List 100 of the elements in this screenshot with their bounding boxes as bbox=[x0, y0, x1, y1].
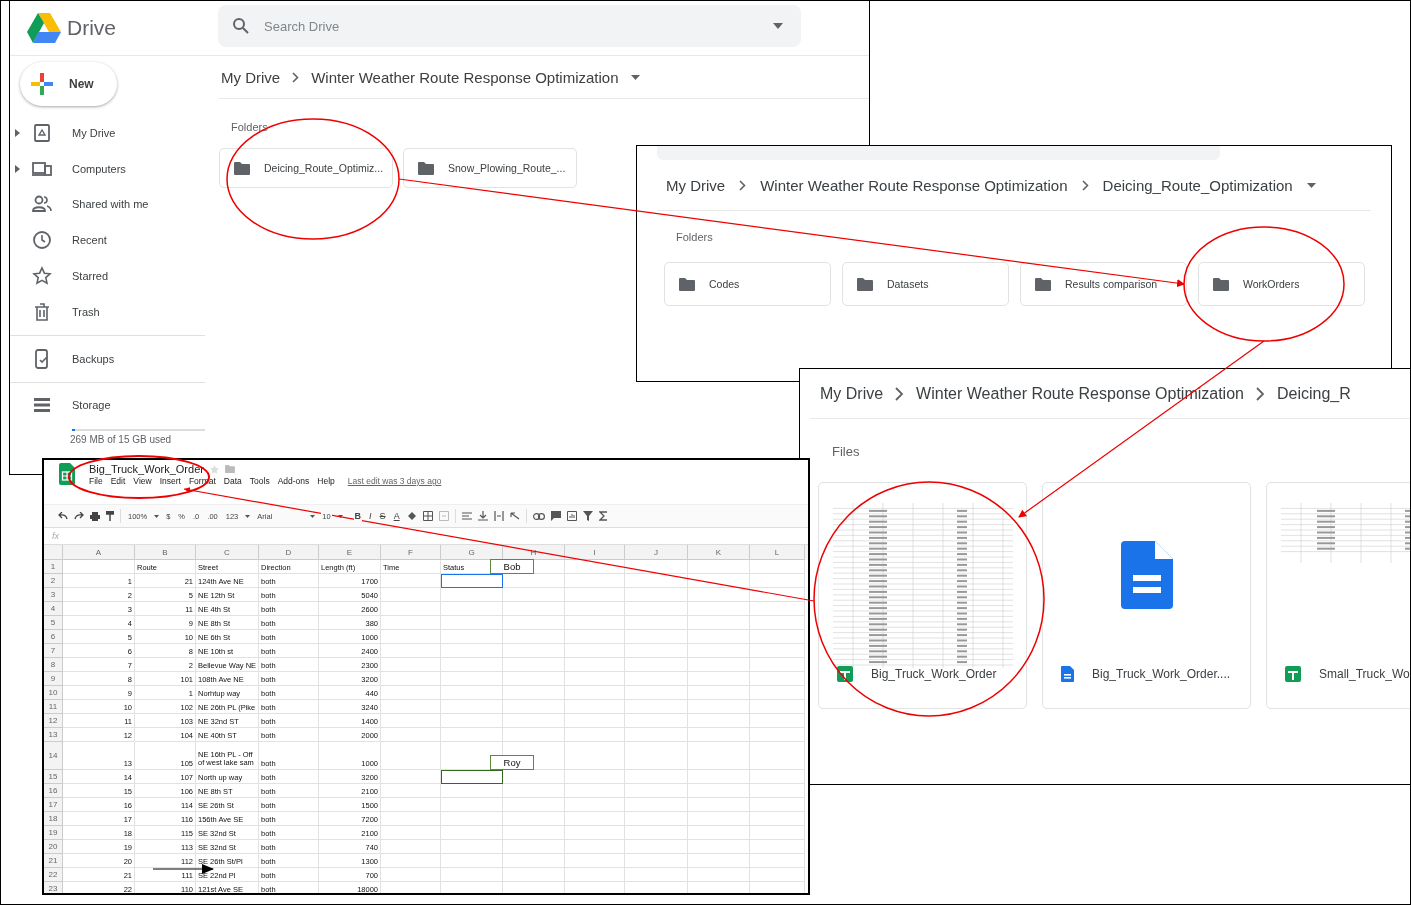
toolbar-item[interactable]: B bbox=[353, 511, 363, 521]
row-header[interactable]: 18 bbox=[44, 812, 63, 826]
column-header[interactable]: E bbox=[319, 545, 381, 560]
wrap-icon[interactable] bbox=[493, 511, 504, 521]
menu-item[interactable]: Help bbox=[317, 476, 335, 486]
row-header[interactable]: 16 bbox=[44, 784, 63, 798]
status-cell[interactable] bbox=[441, 840, 503, 854]
row-header[interactable]: 2 bbox=[44, 574, 63, 588]
nav-item[interactable]: Backups bbox=[72, 352, 115, 365]
folder-card[interactable]: Snow_Plowing_Route_... bbox=[403, 148, 577, 188]
caret-icon[interactable] bbox=[773, 23, 783, 29]
nav-item[interactable]: Storage bbox=[72, 399, 111, 412]
print-icon[interactable] bbox=[90, 511, 100, 521]
row-header[interactable]: 19 bbox=[44, 826, 63, 840]
filter-icon[interactable] bbox=[582, 511, 593, 521]
valign-icon[interactable] bbox=[477, 511, 488, 521]
row-header[interactable]: 15 bbox=[44, 770, 63, 784]
align-icon[interactable] bbox=[461, 511, 472, 521]
status-cell[interactable] bbox=[441, 602, 503, 616]
row-header[interactable]: 22 bbox=[44, 868, 63, 882]
file-card[interactable]: Big_Truck_Work_Order.... bbox=[1042, 482, 1251, 709]
status-cell[interactable] bbox=[441, 644, 503, 658]
row-header[interactable]: 13 bbox=[44, 728, 63, 742]
breadcrumb-item[interactable]: My Drive bbox=[221, 68, 281, 86]
status-cell[interactable] bbox=[441, 854, 503, 868]
undo-icon[interactable] bbox=[58, 512, 68, 520]
folder-card[interactable]: WorkOrders bbox=[1198, 262, 1365, 306]
nav-item[interactable]: Shared with me bbox=[72, 198, 149, 211]
status-cell[interactable] bbox=[441, 630, 503, 644]
toolbar-item[interactable]: I bbox=[368, 511, 373, 521]
row-header[interactable]: 17 bbox=[44, 798, 63, 812]
breadcrumb-item[interactable]: Winter Weather Route Response Optimization bbox=[760, 176, 1068, 194]
row-header[interactable]: 12 bbox=[44, 714, 63, 728]
toolbar-item[interactable]: S bbox=[378, 511, 387, 521]
nav-item[interactable]: Computers bbox=[72, 162, 126, 175]
column-header[interactable]: G bbox=[441, 545, 503, 560]
status-cell[interactable] bbox=[441, 728, 503, 742]
comment-icon[interactable] bbox=[550, 511, 561, 521]
row-header[interactable]: 21 bbox=[44, 854, 63, 868]
caret-icon[interactable] bbox=[630, 74, 640, 80]
row-header[interactable]: 10 bbox=[44, 686, 63, 700]
file-card[interactable]: Big_Truck_Work_Order bbox=[818, 482, 1027, 709]
breadcrumb-item[interactable]: Winter Weather Route Response Optimization bbox=[311, 68, 619, 86]
breadcrumb-item[interactable]: Deicing_Route_Optimization bbox=[1102, 176, 1293, 194]
breadcrumb-item[interactable]: Deicing_R bbox=[1276, 384, 1351, 403]
column-header[interactable]: D bbox=[259, 545, 319, 560]
folder-card[interactable]: Datasets bbox=[842, 262, 1009, 306]
column-header[interactable]: F bbox=[381, 545, 441, 560]
breadcrumb-item[interactable]: My Drive bbox=[666, 176, 726, 194]
row-header[interactable]: 4 bbox=[44, 602, 63, 616]
column-header[interactable]: J bbox=[625, 545, 688, 560]
merge-icon[interactable] bbox=[438, 511, 449, 521]
status-cell[interactable] bbox=[441, 658, 503, 672]
expand-arrow-icon[interactable] bbox=[14, 128, 20, 137]
status-cell[interactable] bbox=[441, 700, 503, 714]
status-cell[interactable] bbox=[441, 672, 503, 686]
status-cell[interactable] bbox=[441, 714, 503, 728]
column-header[interactable]: B bbox=[135, 545, 196, 560]
column-header[interactable]: C bbox=[196, 545, 259, 560]
row-header[interactable]: 7 bbox=[44, 644, 63, 658]
nav-item[interactable]: Trash bbox=[72, 305, 100, 318]
column-header[interactable]: I bbox=[565, 545, 625, 560]
folder-card[interactable]: Deicing_Route_Optimiz... bbox=[219, 148, 393, 188]
nav-item[interactable]: My Drive bbox=[72, 126, 116, 139]
fill-color-icon[interactable] bbox=[406, 511, 417, 521]
menu-item[interactable]: View bbox=[133, 476, 152, 486]
column-header[interactable]: A bbox=[63, 545, 135, 560]
row-header[interactable]: 8 bbox=[44, 658, 63, 672]
status-cell[interactable] bbox=[441, 616, 503, 630]
menu-item[interactable]: Tools bbox=[249, 476, 270, 486]
borders-icon[interactable] bbox=[422, 511, 433, 521]
caret-icon[interactable] bbox=[310, 514, 316, 518]
row-header[interactable]: 14 bbox=[44, 742, 63, 770]
redo-icon[interactable] bbox=[74, 512, 84, 520]
menu-item[interactable]: Insert bbox=[159, 476, 181, 486]
column-header[interactable]: K bbox=[688, 545, 750, 560]
status-cell[interactable] bbox=[441, 812, 503, 826]
nav-item[interactable]: Recent bbox=[72, 234, 107, 247]
menu-item[interactable]: Data bbox=[223, 476, 242, 486]
caret-icon[interactable] bbox=[1306, 182, 1316, 188]
row-header[interactable]: 11 bbox=[44, 700, 63, 714]
toolbar-item[interactable]: A bbox=[392, 511, 401, 521]
status-cell[interactable] bbox=[441, 588, 503, 602]
status-cell[interactable] bbox=[441, 784, 503, 798]
row-header[interactable]: 9 bbox=[44, 672, 63, 686]
menu-item[interactable]: File bbox=[89, 476, 103, 486]
column-header[interactable]: L bbox=[750, 545, 805, 560]
status-cell[interactable] bbox=[441, 826, 503, 840]
status-cell[interactable] bbox=[441, 868, 503, 882]
star-icon[interactable] bbox=[209, 464, 219, 474]
folder-card[interactable]: Codes bbox=[664, 262, 831, 306]
nav-item[interactable]: Starred bbox=[72, 270, 109, 283]
breadcrumb-item[interactable]: My Drive bbox=[820, 384, 884, 403]
status-cell[interactable] bbox=[441, 798, 503, 812]
folder-card[interactable]: Results comparison bbox=[1020, 262, 1187, 306]
sum-icon[interactable] bbox=[598, 511, 608, 521]
row-header[interactable]: 6 bbox=[44, 630, 63, 644]
search-field[interactable] bbox=[657, 146, 1220, 160]
rotate-icon[interactable] bbox=[509, 511, 520, 521]
last-edit-link[interactable]: Last edit was 3 days ago bbox=[347, 476, 442, 486]
